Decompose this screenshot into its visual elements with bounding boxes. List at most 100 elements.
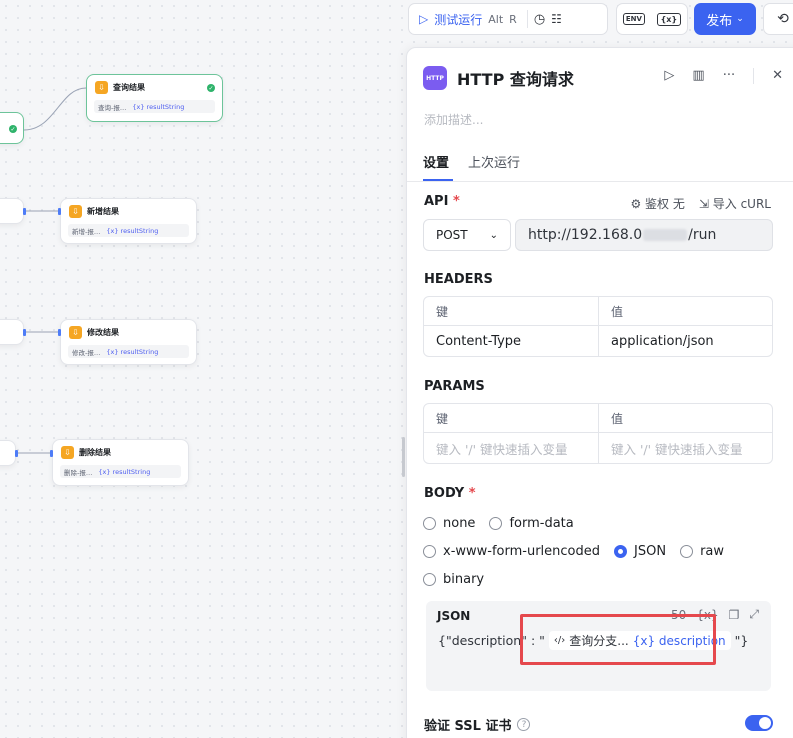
json-key: {"description"	[438, 633, 527, 648]
node-title: 新增结果	[87, 207, 119, 216]
split-view-icon[interactable]: ▥	[692, 68, 704, 84]
edge-handle[interactable]	[50, 450, 53, 457]
shortcut-alt: Alt	[488, 12, 504, 26]
edge-handle[interactable]	[23, 329, 26, 336]
output-icon: ⇩	[69, 205, 82, 218]
tab-settings[interactable]: 设置	[423, 152, 449, 171]
node-ref: 删除-报…	[64, 468, 93, 477]
header-col-value: 值	[598, 297, 772, 325]
gear-icon: ⚙	[630, 197, 642, 211]
success-check-icon: ✓	[207, 84, 215, 92]
header-key-input[interactable]: Content-Type	[424, 326, 598, 356]
edge-handle[interactable]	[58, 208, 61, 215]
tab-indicator	[423, 179, 453, 181]
node-ref: 修改-报…	[72, 348, 101, 357]
branch-node-partial[interactable]	[0, 319, 24, 345]
auth-button[interactable]: ⚙ 鉴权 无	[630, 195, 684, 212]
env-icon[interactable]: ENV	[622, 13, 645, 25]
params-table: 键 值 键入 '/' 键快速插入变量 键入 '/' 键快速插入变量	[423, 403, 773, 464]
header-col-key: 键	[436, 304, 449, 319]
params-label: PARAMS	[424, 379, 485, 394]
update-result-node[interactable]: ⇩ 修改结果 修改-报… {x} resultString	[60, 319, 197, 365]
edge-handle[interactable]	[15, 450, 18, 457]
radio-raw[interactable]: raw	[680, 544, 724, 559]
delete-result-node[interactable]: ⇩ 删除结果 删除-报… {x} resultString	[52, 439, 189, 486]
url-input[interactable]: http://192.168.0/run	[515, 219, 773, 251]
play-icon[interactable]: ▷	[419, 12, 428, 26]
node-var: {x} resultString	[106, 226, 159, 235]
param-col-value: 值	[598, 404, 772, 432]
publish-label: 发布	[706, 13, 733, 29]
method-select[interactable]: POST ⌄	[423, 219, 511, 251]
more-icon[interactable]: ···	[723, 68, 735, 84]
panel-resize-handle[interactable]	[402, 437, 405, 477]
add-result-node[interactable]: ⇩ 新增结果 新增-报… {x} resultString	[60, 198, 197, 244]
output-icon: ⇩	[95, 81, 108, 94]
node-title: 修改结果	[87, 328, 119, 337]
checklist-icon[interactable]: ☷	[551, 12, 562, 26]
redacted-blur	[643, 229, 688, 241]
output-icon: ⇩	[69, 326, 82, 339]
output-icon: ⇩	[61, 446, 74, 459]
shortcut-r: R	[509, 12, 517, 26]
ssl-toggle[interactable]	[745, 715, 773, 731]
node-ref: 查询-报…	[98, 103, 127, 112]
radio-none[interactable]: none	[423, 516, 475, 531]
method-value: POST	[436, 228, 468, 242]
branch-node-partial[interactable]	[0, 198, 24, 224]
close-icon[interactable]: ✕	[772, 68, 783, 84]
node-title: 查询结果	[113, 83, 145, 92]
history-button[interactable]: ⟲	[763, 3, 793, 35]
expand-icon[interactable]: ⤢	[749, 607, 759, 622]
query-result-node[interactable]: ⇩ 查询结果 ✓ 查询-报… {x} resultString	[86, 74, 223, 122]
node-var: {x} resultString	[98, 467, 151, 476]
divider	[526, 10, 528, 28]
description-input[interactable]: 添加描述...	[424, 111, 483, 128]
chevron-down-icon: ⌄	[736, 14, 744, 24]
json-close: "}	[734, 633, 749, 648]
panel-tabs: 设置 上次运行	[407, 148, 793, 182]
api-label: API *	[424, 194, 460, 209]
panel-title[interactable]: HTTP 查询请求	[457, 66, 574, 90]
edge-handle[interactable]	[23, 208, 26, 215]
json-label: JSON	[437, 609, 471, 623]
help-icon[interactable]: ?	[517, 718, 531, 731]
param-value-input[interactable]: 键入 '/' 键快速插入变量	[598, 433, 772, 463]
test-run-toolbar: ▷ 测试运行 Alt R ◷ ☷	[408, 3, 608, 35]
branch-node-partial[interactable]: ✓	[0, 112, 24, 144]
branch-node-partial[interactable]	[0, 440, 16, 466]
http-icon: HTTP	[423, 66, 447, 90]
radio-json[interactable]: JSON	[614, 544, 666, 559]
success-check-icon: ✓	[9, 125, 17, 133]
radio-binary[interactable]: binary	[423, 572, 484, 587]
radio-form-data[interactable]: form-data	[489, 516, 574, 531]
run-node-icon[interactable]: ▷	[664, 68, 674, 84]
url-suffix: /run	[688, 227, 717, 243]
param-col-key: 键	[436, 411, 449, 426]
test-run-button[interactable]: 测试运行	[434, 11, 482, 28]
chevron-down-icon: ⌄	[489, 229, 499, 241]
edge-handle[interactable]	[58, 329, 61, 336]
import-curl-button[interactable]: ⇲ 导入 cURL	[699, 195, 771, 212]
history-icon: ⟲	[777, 11, 789, 27]
variable-icon[interactable]: {x}	[656, 12, 682, 26]
annotation-highlight-box	[520, 614, 716, 665]
node-ref: 新增-报…	[72, 227, 101, 236]
param-key-input[interactable]: 键入 '/' 键快速插入变量	[424, 433, 598, 463]
speed-icon[interactable]: ◷	[534, 12, 545, 27]
radio-urlencoded[interactable]: x-www-form-urlencoded	[423, 544, 600, 559]
url-prefix: http://192.168.0	[528, 227, 643, 243]
headers-label: HEADERS	[424, 272, 493, 287]
header-value-input[interactable]: application/json	[598, 326, 772, 356]
body-label: BODY *	[424, 486, 476, 501]
ssl-label: 验证 SSL 证书 ?	[424, 715, 531, 734]
publish-button[interactable]: 发布 ⌄	[694, 3, 756, 35]
env-toolbar: ENV {x}	[616, 3, 688, 35]
tab-last-run[interactable]: 上次运行	[468, 152, 520, 171]
node-var: {x} resultString	[106, 347, 159, 356]
node-title: 删除结果	[79, 448, 111, 457]
divider	[753, 68, 755, 84]
import-icon: ⇲	[698, 197, 709, 211]
copy-icon[interactable]: ❐	[729, 608, 740, 622]
node-var: {x} resultString	[132, 102, 185, 111]
